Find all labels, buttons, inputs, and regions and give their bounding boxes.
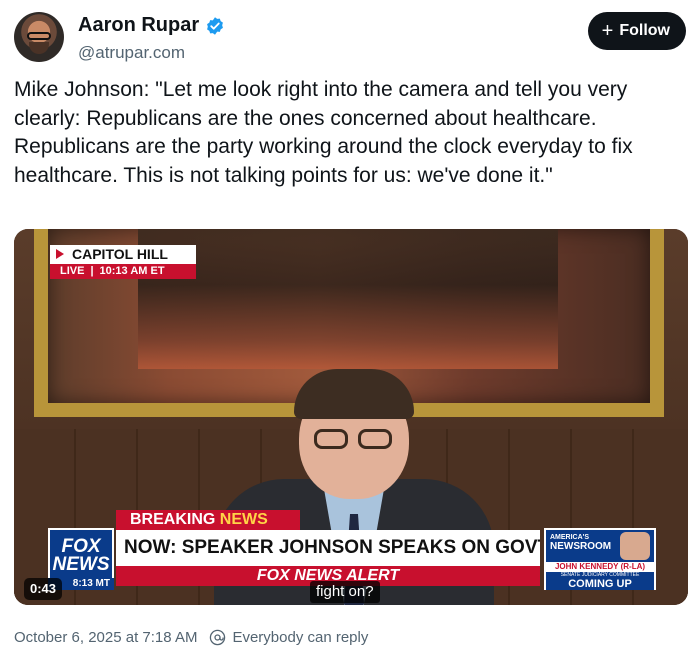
verified-badge-icon xyxy=(207,16,224,35)
video-caption: fight on? xyxy=(310,581,380,603)
live-divider: | xyxy=(90,265,94,277)
live-label: LIVE xyxy=(60,265,85,277)
breaking-word: BREAKING xyxy=(130,511,220,528)
promo-show-line1: AMERICA'S xyxy=(550,534,589,541)
promo-guest-photo xyxy=(620,532,650,560)
reply-setting[interactable]: Everybody can reply xyxy=(232,629,368,646)
network-logo-line2: NEWS xyxy=(52,554,110,575)
news-word: NEWS xyxy=(219,511,268,528)
breaking-news-label: BREAKING NEWS xyxy=(116,510,300,530)
avatar-glasses xyxy=(27,32,51,40)
author-handle[interactable]: @atrupar.com xyxy=(78,43,225,63)
location-label: CAPITOL HILL xyxy=(72,246,168,262)
name-row: Aaron Rupar xyxy=(78,14,225,37)
follow-label: Follow xyxy=(619,22,670,39)
avatar-beard xyxy=(29,42,49,54)
promo-box: AMERICA'S NEWSROOM JOHN KENNEDY (R-LA) S… xyxy=(544,528,656,590)
plus-icon: + xyxy=(601,20,614,42)
author-display-name[interactable]: Aaron Rupar xyxy=(78,14,199,37)
triangle-icon xyxy=(56,249,64,259)
author-block: Aaron Rupar @atrupar.com xyxy=(78,14,225,63)
follow-button[interactable]: + Follow xyxy=(587,12,686,50)
post-footer: October 6, 2025 at 7:18 AM Everybody can… xyxy=(14,626,686,648)
chyron-headline: NOW: SPEAKER JOHNSON SPEAKS ON GOVT SHUT… xyxy=(116,530,540,566)
avatar[interactable] xyxy=(14,12,64,62)
at-sign-icon xyxy=(210,629,226,645)
speaker-hair xyxy=(294,369,414,419)
location-bug-top: CAPITOL HILL xyxy=(50,245,196,264)
live-strip: LIVE | 10:13 AM ET xyxy=(50,264,196,279)
video-player[interactable]: CAPITOL HILL LIVE | 10:13 AM ET BREAKING… xyxy=(14,229,688,605)
post-text: Mike Johnson: "Let me look right into th… xyxy=(14,78,633,187)
promo-show: AMERICA'S NEWSROOM xyxy=(550,533,620,557)
painting-scene xyxy=(138,229,558,369)
promo-guest-name: JOHN KENNEDY (R-LA) xyxy=(546,562,654,572)
promo-show-line2: NEWSROOM xyxy=(550,541,612,552)
speaker-glasses xyxy=(314,429,394,451)
post-timestamp[interactable]: October 6, 2025 at 7:18 AM xyxy=(14,629,197,646)
promo-coming-up: COMING UP xyxy=(546,578,654,590)
post-header: Aaron Rupar @atrupar.com + Follow xyxy=(14,12,686,64)
live-time: 10:13 AM ET xyxy=(99,265,165,277)
video-duration: 0:43 xyxy=(24,578,63,600)
location-bug: CAPITOL HILL LIVE | 10:13 AM ET xyxy=(50,245,196,279)
